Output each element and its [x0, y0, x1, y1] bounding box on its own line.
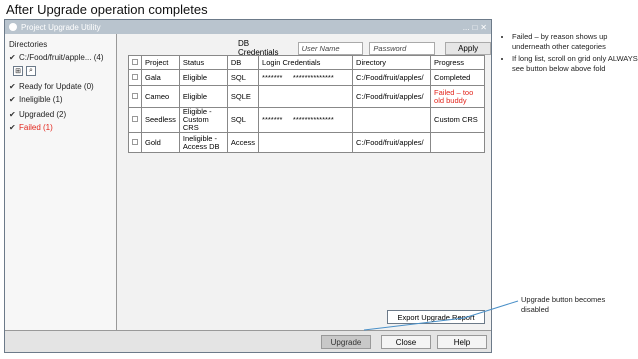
callout-line: [363, 317, 465, 331]
callout-line: [463, 300, 519, 319]
callout-pointer: [363, 300, 519, 331]
